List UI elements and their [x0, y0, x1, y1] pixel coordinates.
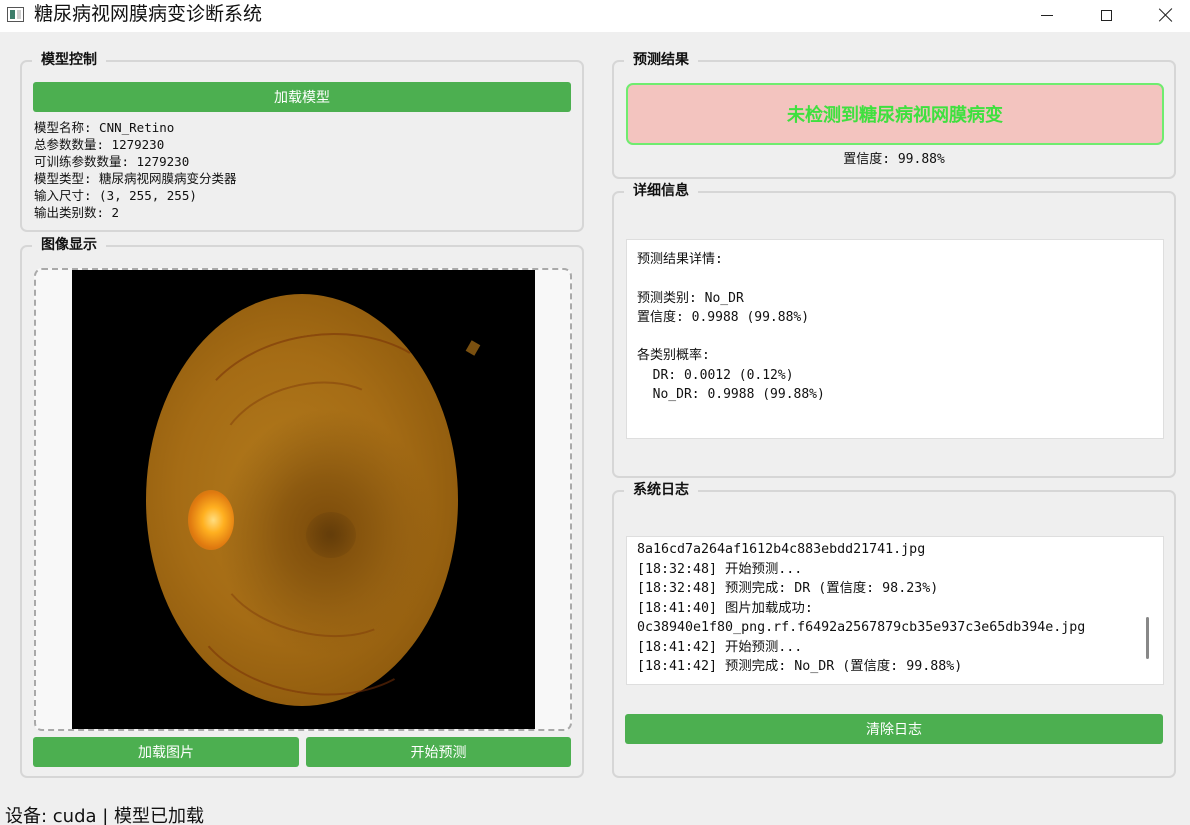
minimize-button[interactable]: [1024, 0, 1070, 30]
image-display-title: 图像显示: [32, 235, 106, 255]
details-line: [637, 269, 825, 288]
prediction-result-banner: 未检测到糖尿病视网膜病变: [626, 83, 1164, 145]
log-line: [18:32:48] 预测完成: DR (置信度: 98.23%): [637, 581, 939, 596]
details-line: 置信度: 0.9988 (99.88%): [637, 309, 810, 325]
retina: [146, 294, 463, 715]
prediction-result-title: 预测结果: [624, 50, 698, 70]
details-line: No_DR: 0.9988 (99.88%): [637, 387, 825, 403]
details-group: 详细信息 预测结果详情: 预测类别: No_DR 置信度: 0.9988 (99…: [612, 181, 1176, 478]
app-icon: [7, 7, 24, 22]
details-line: [637, 327, 825, 346]
model-control-group: 模型控制 加载模型 模型名称: CNN_Retino 总参数数量: 127923…: [20, 50, 584, 232]
model-control-title: 模型控制: [32, 50, 106, 70]
maximize-button[interactable]: [1083, 0, 1129, 30]
window-title: 糖尿病视网膜病变诊断系统: [34, 3, 263, 25]
model-info: 模型名称: CNN_Retino 总参数数量: 1279230 可训练参数数量:…: [34, 119, 237, 221]
model-info-line: 模型类型: 糖尿病视网膜病变分类器: [34, 171, 237, 186]
log-textbox[interactable]: 8a16cd7a264af1612b4c883ebdd21741.jpg [18…: [626, 536, 1164, 685]
minimize-icon: [1041, 14, 1053, 16]
load-model-button[interactable]: 加载模型: [33, 82, 571, 112]
image-notch: [465, 340, 481, 356]
image-preview: [34, 268, 572, 731]
system-log-title: 系统日志: [624, 480, 698, 500]
log-line: [18:41:40] 图片加载成功:: [637, 600, 813, 616]
model-info-line: 输入尺寸: (3, 255, 255): [34, 188, 197, 203]
log-line: [18:32:48] 开始预测...: [637, 561, 803, 577]
title-bar: 糖尿病视网膜病变诊断系统: [0, 0, 1190, 32]
optic-disc: [188, 490, 234, 550]
details-line: DR: 0.0012 (0.12%): [637, 367, 794, 383]
log-line: [18:41:42] 开始预测...: [637, 639, 803, 655]
model-info-line: 输出类别数: 2: [34, 205, 120, 220]
fovea: [306, 512, 356, 558]
log-scrollbar[interactable]: [1146, 617, 1149, 659]
model-info-line: 总参数数量: 1279230: [34, 137, 165, 152]
details-textbox[interactable]: 预测结果详情: 预测类别: No_DR 置信度: 0.9988 (99.88%)…: [626, 239, 1164, 439]
model-info-line: 可训练参数数量: 1279230: [34, 154, 190, 169]
log-line: [18:41:42] 预测完成: No_DR (置信度: 99.88%): [637, 659, 963, 674]
details-line: 各类别概率:: [637, 348, 710, 364]
fundus-image: [72, 270, 535, 729]
status-bar: 设备: cuda | 模型已加载: [5, 806, 205, 825]
log-line: 8a16cd7a264af1612b4c883ebdd21741.jpg: [637, 542, 926, 557]
image-display-group: 图像显示 加载图片 开始预测: [20, 235, 584, 778]
confidence-label: 置信度: 99.88%: [843, 152, 945, 167]
log-text: 8a16cd7a264af1612b4c883ebdd21741.jpg [18…: [637, 540, 1085, 677]
prediction-result-group: 预测结果 未检测到糖尿病视网膜病变 置信度: 99.88%: [612, 50, 1176, 179]
details-title: 详细信息: [624, 181, 698, 201]
close-button[interactable]: [1143, 0, 1189, 30]
details-text: 预测结果详情: 预测类别: No_DR 置信度: 0.9988 (99.88%)…: [637, 250, 825, 404]
start-predict-button[interactable]: 开始预测: [306, 737, 571, 767]
details-line: 预测类别: No_DR: [637, 290, 744, 306]
details-line: 预测结果详情:: [637, 252, 723, 267]
load-image-button[interactable]: 加载图片: [33, 737, 299, 767]
model-info-line: 模型名称: CNN_Retino: [34, 120, 175, 135]
clear-log-button[interactable]: 清除日志: [625, 714, 1163, 744]
maximize-icon: [1100, 9, 1112, 21]
system-log-group: 系统日志 8a16cd7a264af1612b4c883ebdd21741.jp…: [612, 480, 1176, 778]
close-icon: [1159, 8, 1173, 22]
log-line: 0c38940e1f80_png.rf.f6492a2567879cb35e93…: [637, 620, 1086, 635]
